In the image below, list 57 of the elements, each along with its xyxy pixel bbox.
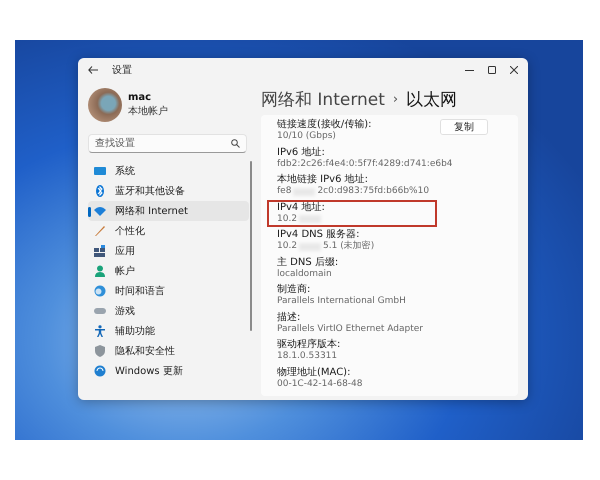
shield-icon <box>94 345 106 357</box>
close-icon[interactable] <box>510 66 518 74</box>
update-icon <box>94 365 106 377</box>
search-field[interactable]: 查找设置 <box>88 134 247 153</box>
nav-item[interactable]: 时间和语言 <box>88 281 249 301</box>
property-value: 5.1 (未加密) <box>323 241 374 252</box>
property-label: IPv4 DNS 服务器: <box>277 229 360 240</box>
apps-icon <box>94 245 106 257</box>
accessibility-icon <box>94 325 106 337</box>
property-label: IPv6 地址: <box>277 146 325 158</box>
property-label: 本地链接 IPv6 地址: <box>277 174 368 186</box>
property-label: 主 DNS 后缀: <box>277 256 338 268</box>
wifi-icon <box>94 205 106 217</box>
monitor-icon <box>94 165 106 177</box>
property-label: 制造商: <box>277 284 310 296</box>
nav-item[interactable]: 游戏 <box>88 301 249 321</box>
search-icon <box>231 139 240 148</box>
breadcrumb-separator: › <box>392 92 398 107</box>
nav-item[interactable]: 网络和 Internet <box>88 201 249 221</box>
account-type: 本地帐户 <box>128 104 168 118</box>
breadcrumb-link[interactable]: 网络和 Internet <box>261 88 385 111</box>
property-value: Parallels VirtIO Ethernet Adapter <box>277 324 423 335</box>
property-label: 驱动程序版本: <box>277 339 340 351</box>
brush-icon <box>94 225 106 237</box>
page-title: 以太网 <box>406 89 458 111</box>
nav-item[interactable]: 应用 <box>88 241 249 261</box>
property-value: 10.2 <box>277 241 298 252</box>
property-label: IPv4 地址: <box>277 202 325 214</box>
nav-item[interactable]: 隐私和安全性 <box>88 341 249 361</box>
bluetooth-icon <box>94 185 106 197</box>
window-title: 设置 <box>112 64 132 77</box>
property-value: 00-1C-42-14-68-48 <box>277 378 363 390</box>
property-value: localdomain <box>277 268 332 280</box>
property-value: 2c0:d983:75fd:b66b%10 <box>317 186 430 198</box>
nav-item[interactable]: 帐户 <box>88 261 249 281</box>
property-value: 10/10 (Gbps) <box>277 131 336 142</box>
person-icon <box>94 265 106 277</box>
nav-item[interactable]: 辅助功能 <box>88 321 249 341</box>
gamepad-icon <box>94 305 106 317</box>
scrollbar[interactable] <box>250 161 252 331</box>
back-arrow-icon[interactable] <box>88 66 98 74</box>
property-value: 18.1.0.53311 <box>277 351 338 362</box>
property-label: 物理地址(MAC): <box>277 366 350 378</box>
maximize-icon[interactable] <box>488 66 496 74</box>
property-label: 链接速度(接收/传输): <box>277 119 372 131</box>
account-name: mac <box>128 92 152 103</box>
nav-item[interactable]: Windows 更新 <box>88 361 249 381</box>
nav-item[interactable]: 蓝牙和其他设备 <box>88 181 249 201</box>
property-label: 描述: <box>277 312 300 324</box>
property-value: Parallels International GmbH <box>277 296 406 308</box>
property-value: 10.2 <box>277 214 298 225</box>
nav-item[interactable]: 个性化 <box>88 221 249 241</box>
property-value: fdb2:2c26:f4e4:0:5f7f:4289:d741:e6b4 <box>277 158 453 170</box>
copy-button[interactable]: 复制 <box>440 119 488 135</box>
avatar-photo-placeholder <box>88 88 122 122</box>
property-value: fe8 <box>277 186 292 198</box>
nav-item[interactable]: 系统 <box>88 161 249 181</box>
